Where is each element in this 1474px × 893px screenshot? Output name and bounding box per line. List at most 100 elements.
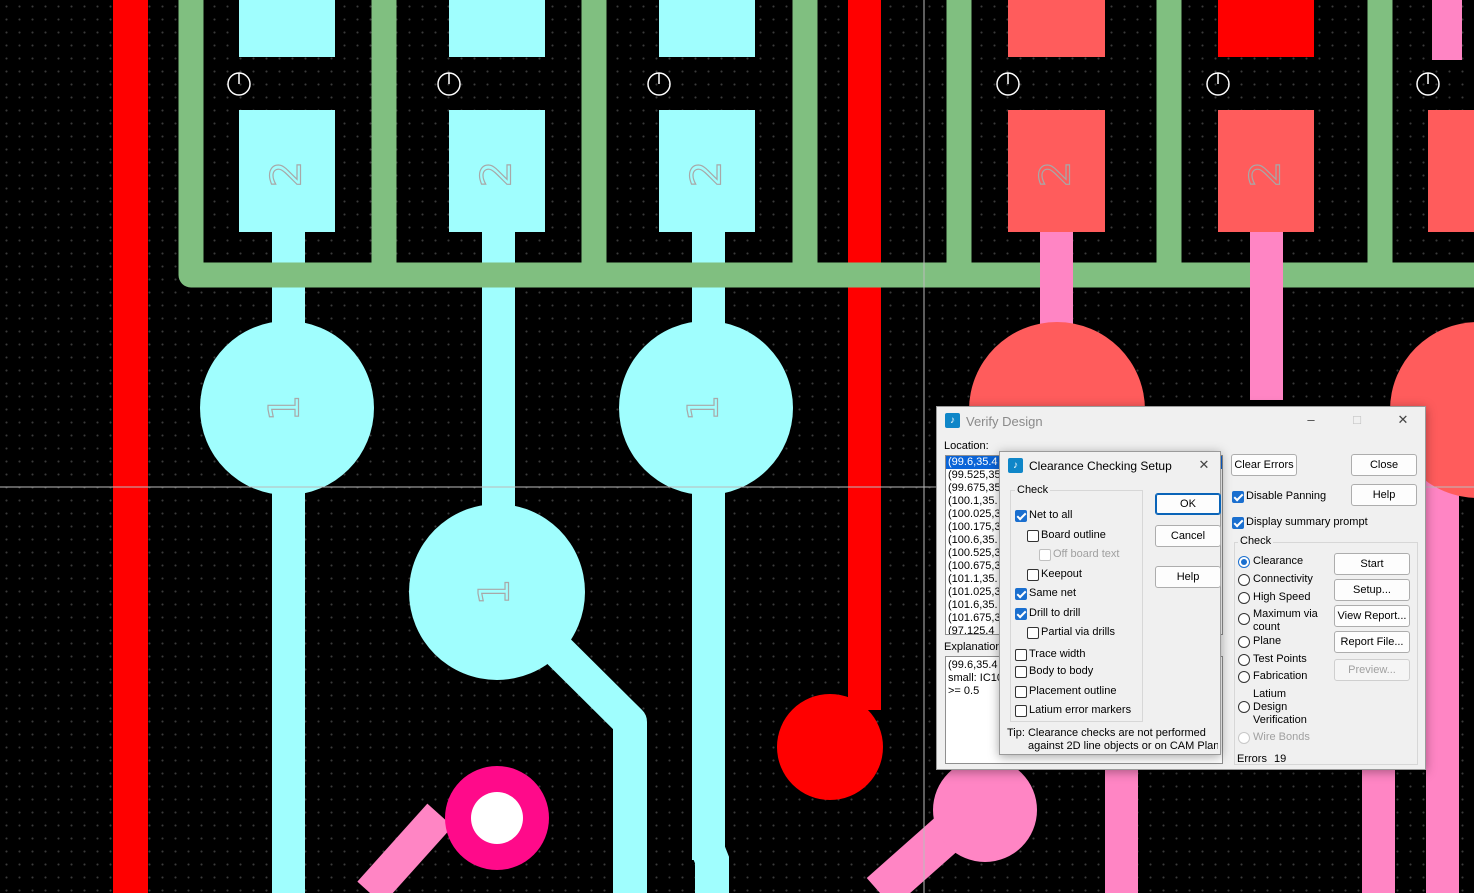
check-group-label: Check <box>1238 535 1274 547</box>
max-via-count-label: Maximum via count <box>1253 608 1318 633</box>
high-speed-radio[interactable] <box>1238 592 1250 604</box>
via-drill-hole <box>471 792 523 844</box>
pad-cyan <box>449 0 545 57</box>
origin-marker-icon <box>227 72 251 96</box>
cancel-button[interactable]: Cancel <box>1155 525 1221 547</box>
keepout-label: Keepout <box>1041 568 1082 580</box>
pad-pink <box>933 758 1037 862</box>
ok-button[interactable]: OK <box>1155 493 1221 515</box>
board-outline-checkbox[interactable] <box>1027 530 1039 542</box>
trace-pink <box>1250 230 1283 400</box>
minimize-icon[interactable]: – <box>1301 411 1321 429</box>
origin-marker-icon <box>1206 72 1230 96</box>
report-file-button[interactable]: Report File... <box>1334 631 1410 653</box>
display-summary-label: Display summary prompt <box>1246 516 1368 528</box>
body-to-body-checkbox[interactable] <box>1015 666 1027 678</box>
trace-width-checkbox[interactable] <box>1015 649 1027 661</box>
pad-number-label: 1 <box>260 395 309 422</box>
placement-outline-checkbox[interactable] <box>1015 686 1027 698</box>
partial-via-label: Partial via drills <box>1041 626 1115 638</box>
help-button[interactable]: Help <box>1155 566 1221 588</box>
location-label: Location: <box>944 440 989 452</box>
pad-number-label: 2 <box>262 161 311 188</box>
pad-red-selected <box>1218 0 1314 57</box>
trace-pink <box>1432 0 1462 60</box>
clearance-radio[interactable] <box>1238 556 1250 568</box>
body-to-body-label: Body to body <box>1029 665 1094 677</box>
keepout-checkbox[interactable] <box>1027 569 1039 581</box>
setup-button[interactable]: Setup... <box>1334 579 1410 601</box>
tip-line-2: against 2D line objects or on CAM Planes <box>1028 740 1218 752</box>
window-title: Clearance Checking Setup <box>1029 459 1172 473</box>
max-via-count-radio[interactable] <box>1238 613 1250 625</box>
maximize-icon[interactable]: □ <box>1347 411 1367 429</box>
test-points-radio[interactable] <box>1238 654 1250 666</box>
disable-panning-checkbox[interactable] <box>1232 491 1244 503</box>
drill-to-drill-checkbox[interactable] <box>1015 608 1027 620</box>
clearance-setup-dialog: ♪ Clearance Checking Setup ✕ Check Net t… <box>999 451 1221 755</box>
same-net-label: Same net <box>1029 587 1077 599</box>
close-icon[interactable]: ✕ <box>1194 456 1214 474</box>
latium-markers-checkbox[interactable] <box>1015 705 1027 717</box>
placement-outline-label: Placement outline <box>1029 685 1117 697</box>
trace-pink-diagonal <box>357 803 453 893</box>
test-points-label: Test Points <box>1253 653 1307 665</box>
start-button[interactable]: Start <box>1334 553 1410 575</box>
origin-marker-icon <box>647 72 671 96</box>
clearance-label: Clearance <box>1253 555 1304 567</box>
pad-number-label: 2 <box>472 161 521 188</box>
view-report-button[interactable]: View Report... <box>1334 605 1410 627</box>
pad-red <box>1008 0 1105 57</box>
via-red <box>777 694 883 800</box>
pad-cyan <box>659 0 755 57</box>
pad-red <box>1428 110 1474 232</box>
wire-bonds-label: Wire Bonds <box>1253 731 1310 743</box>
pad-number-label: 2 <box>1241 161 1290 188</box>
verify-design-titlebar[interactable]: ♪ Verify Design – □ ✕ <box>937 407 1425 435</box>
pad-number-label: 2 <box>682 161 731 188</box>
partial-via-checkbox[interactable] <box>1027 627 1039 639</box>
preview-button: Preview... <box>1334 659 1410 681</box>
trace-pink <box>1105 760 1138 893</box>
trace-red-left <box>113 0 148 893</box>
fabrication-label: Fabrication <box>1253 670 1308 682</box>
plane-label: Plane <box>1253 635 1282 647</box>
disable-panning-label: Disable Panning <box>1246 490 1327 502</box>
close-button[interactable]: Close <box>1351 454 1417 476</box>
net-to-all-label: Net to all <box>1029 509 1073 521</box>
help-button[interactable]: Help <box>1351 484 1417 506</box>
clear-errors-button[interactable]: Clear Errors <box>1231 454 1297 476</box>
latium-dv-radio[interactable] <box>1238 701 1250 713</box>
drill-to-drill-label: Drill to drill <box>1029 607 1081 619</box>
pad-number-label: 1 <box>679 395 728 422</box>
display-summary-checkbox[interactable] <box>1232 517 1244 529</box>
board-outline-label: Board outline <box>1041 529 1106 541</box>
connectivity-radio[interactable] <box>1238 574 1250 586</box>
off-board-text-label: Off board text <box>1053 548 1120 560</box>
high-speed-label: High Speed <box>1253 591 1311 603</box>
origin-marker-icon <box>437 72 461 96</box>
latium-markers-label: Latium error markers <box>1029 704 1132 716</box>
fabrication-radio[interactable] <box>1238 671 1250 683</box>
origin-marker-icon <box>1416 72 1440 96</box>
close-icon[interactable]: ✕ <box>1393 411 1413 429</box>
pad-number-label: 2 <box>1031 161 1080 188</box>
plane-radio[interactable] <box>1238 636 1250 648</box>
latium-dv-label: Latium Design Verification <box>1253 688 1307 726</box>
clearance-check-label: Check <box>1015 484 1051 496</box>
app-icon: ♪ <box>945 413 960 428</box>
off-board-text-checkbox <box>1039 549 1051 561</box>
app-icon: ♪ <box>1008 458 1023 473</box>
trace-cyan-end <box>692 843 729 893</box>
errors-label: Errors <box>1237 753 1267 765</box>
origin-marker-icon <box>996 72 1020 96</box>
same-net-checkbox[interactable] <box>1015 588 1027 600</box>
wire-bonds-radio <box>1238 732 1250 744</box>
net-to-all-checkbox[interactable] <box>1015 510 1027 522</box>
pad-cyan <box>239 0 335 57</box>
window-title: Verify Design <box>966 414 1043 429</box>
errors-count: 19 <box>1274 753 1287 765</box>
clearance-setup-titlebar[interactable]: ♪ Clearance Checking Setup ✕ <box>1000 452 1220 480</box>
pad-number-label: 1 <box>470 579 519 606</box>
connectivity-label: Connectivity <box>1253 573 1313 585</box>
